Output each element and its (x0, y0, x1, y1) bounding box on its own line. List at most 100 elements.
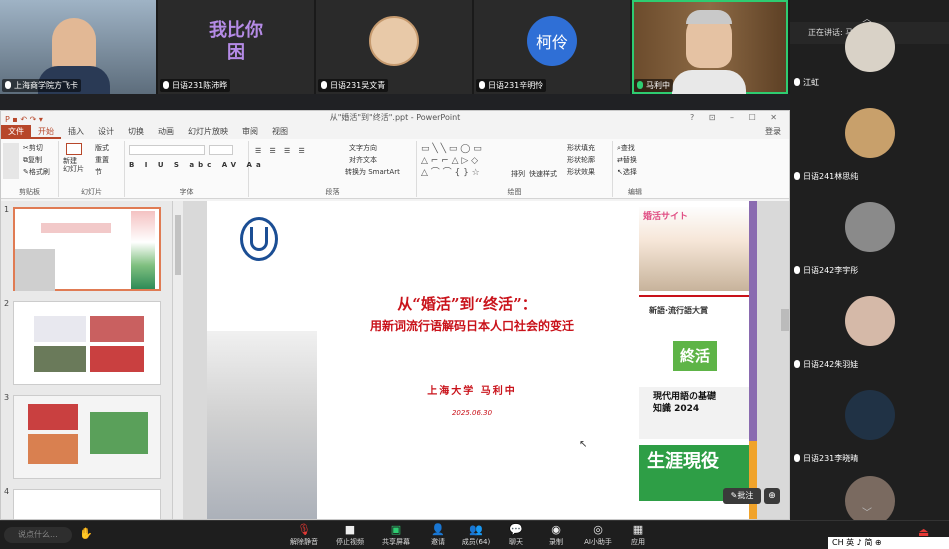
video-tile-4[interactable]: 柯伶 日语231辛明怜 (474, 0, 630, 94)
tab-insert[interactable]: 插入 (61, 125, 91, 139)
chat-button[interactable]: 💬 聊天 (498, 523, 534, 547)
chat-input[interactable]: 说点什么... (4, 527, 72, 543)
quick-styles-button[interactable]: 快速样式 (529, 169, 557, 179)
paragraph-align-icons[interactable]: ☰ ☰ ☰ ☰ (255, 147, 308, 155)
tab-review[interactable]: 审阅 (235, 125, 265, 139)
participant-tile[interactable]: 日语241林思纯 (790, 94, 949, 188)
font-style-buttons[interactable]: B I U S abc AV Aa (129, 161, 265, 169)
current-slide[interactable]: 从“婚活”到“终活”： 用新词流行语解码日本人口社会的变迁 上海大学 马利中 2… (207, 201, 757, 519)
annotate-button[interactable]: ✎批注 (723, 488, 761, 504)
select-button[interactable]: ↖选择 (617, 167, 637, 177)
elderly-photo (207, 331, 317, 519)
section-button[interactable]: 节 (95, 167, 102, 177)
video-strip: 上海商学院方飞卡 我比你困 日语231陈沛晔 日语231吴文青 柯伶 日语231… (0, 0, 790, 94)
university-logo (240, 217, 278, 261)
zoom-in-icon[interactable]: ⊕ (764, 488, 780, 504)
chevron-down-icon[interactable]: ﹀ (858, 504, 876, 519)
thumb-image (15, 249, 55, 291)
scrollbar-thumb[interactable] (175, 215, 181, 275)
group-font: B I U S abc AV Aa 字体 (125, 141, 261, 197)
powerpoint-window: P ▪ ↶ ↷ ▾ 从"婚活"到"终活".ppt - PowerPoint ? … (0, 110, 790, 520)
invite-button[interactable]: 👤 邀请 (420, 523, 456, 547)
slide-thumbnails-panel: 1 2 3 4 (1, 201, 173, 519)
find-button[interactable]: ⌕查找 (617, 143, 635, 153)
slide-thumbnail-2[interactable] (13, 301, 161, 385)
camera-icon: ■ (344, 523, 356, 536)
tab-slideshow[interactable]: 幻灯片放映 (181, 125, 235, 139)
new-slide-icon (66, 143, 82, 155)
window-controls[interactable]: ? ⊡ – ☐ ✕ (690, 111, 783, 125)
login-link[interactable]: 登录 (758, 125, 789, 139)
quick-access-icons[interactable]: P ▪ ↶ ↷ ▾ (5, 113, 43, 127)
raise-hand-button[interactable]: ✋ (76, 527, 96, 541)
ime-status-bar[interactable]: CH 英 ♪ 简 ⊕ (828, 537, 949, 549)
participant-avatar (845, 108, 895, 158)
slide-thumbnail-1[interactable] (13, 207, 161, 291)
thumb-image (90, 346, 144, 372)
shape-effects-button[interactable]: 形状效果 (567, 167, 595, 177)
thumbnails-scrollbar[interactable] (173, 201, 183, 519)
reset-button[interactable]: 重置 (95, 155, 109, 165)
slide-thumbnail-4[interactable] (13, 489, 161, 519)
group-clipboard: ✂剪切 ⧉复制 ✎格式刷 剪贴板 (1, 141, 59, 197)
ai-assistant-button[interactable]: ◎ AI小助手 (580, 523, 616, 547)
participant-avatar (845, 296, 895, 346)
ai-icon: ◎ (593, 523, 603, 536)
text-direction-button[interactable]: 文字方向 (349, 143, 377, 153)
stop-video-button[interactable]: ■ 停止视频 (332, 523, 368, 547)
shukatsu-image: 終活 (639, 335, 749, 379)
replace-button[interactable]: ⇄替换 (617, 155, 637, 165)
share-screen-button[interactable]: ▣ 共享屏幕 (378, 523, 414, 547)
members-icon: 👥 (469, 523, 483, 536)
decorative-bar-purple (749, 201, 757, 441)
shape-outline-button[interactable]: 形状轮廓 (567, 155, 595, 165)
video-tile-5[interactable]: 马利中 (632, 0, 788, 94)
ribbon: ✂剪切 ⧉复制 ✎格式刷 剪贴板 新建 幻灯片 版式 重置 节 幻灯片 B I … (1, 139, 789, 199)
participant-tile[interactable]: 日语242李宇彤 (790, 188, 949, 282)
video-tile-3[interactable]: 日语231吴文青 (316, 0, 472, 94)
buzzword-award-image: 新語·流行語大賞 (639, 295, 749, 329)
participant-avatar (845, 390, 895, 440)
layout-button[interactable]: 版式 (95, 143, 109, 153)
smartart-button[interactable]: 转换为 SmartArt (345, 167, 400, 177)
unmute-button[interactable]: 🎙 解除静音 (286, 523, 322, 547)
mic-icon (163, 81, 169, 89)
font-family-select[interactable] (129, 145, 205, 155)
align-text-button[interactable]: 对齐文本 (349, 155, 377, 165)
tab-transitions[interactable]: 切换 (121, 125, 151, 139)
ribbon-tabs: 文件 开始 插入 设计 切换 动画 幻灯片放映 审阅 视图 登录 (1, 125, 789, 139)
tab-home[interactable]: 开始 (31, 125, 61, 139)
text-avatar: 我比你困 (209, 20, 263, 63)
participant-tile[interactable]: 日语231李晓晴 (790, 376, 949, 470)
font-size-select[interactable] (209, 145, 233, 155)
copy-button[interactable]: ⧉复制 (23, 155, 42, 165)
shape-fill-button[interactable]: 形状填充 (567, 143, 595, 153)
tab-design[interactable]: 设计 (91, 125, 121, 139)
participant-tile[interactable]: 日语242朱羽娃 (790, 282, 949, 376)
video-tile-1[interactable]: 上海商学院方飞卡 (0, 0, 156, 94)
participants-panel: ︿ 正在讲话: 马利中 江虹 日语241林思纯 日语242李宇彤 日语242朱羽… (790, 0, 949, 526)
shapes-gallery[interactable]: ▭ ╲ ╲ ▭ ◯ ▭ △ ⌐ ⌐ △ ▷ ◇ △ ⌒ ⌒ { } ☆ (421, 143, 503, 179)
expand-panel-handle[interactable] (781, 309, 789, 331)
participant-name: 上海商学院方飞卡 (14, 81, 78, 90)
slide-subtitle: 用新词流行语解码日本人口社会的变迁 (369, 319, 574, 333)
paste-button[interactable] (3, 143, 19, 179)
members-button[interactable]: 👥 成员(64) (458, 523, 494, 547)
arrange-button[interactable]: 排列 (511, 169, 525, 179)
new-slide-button[interactable]: 新建 幻灯片 (63, 143, 85, 179)
cut-button[interactable]: ✂剪切 (23, 143, 43, 153)
participant-name: 日语231辛明怜 (488, 81, 544, 90)
format-painter-button[interactable]: ✎格式刷 (23, 167, 50, 177)
group-paragraph: 文字方向 对齐文本 转换为 SmartArt ☰ ☰ ☰ ☰ 段落 (249, 141, 417, 197)
mic-muted-icon: 🎙 (297, 523, 311, 536)
group-slides: 新建 幻灯片 版式 重置 节 幻灯片 (59, 141, 125, 197)
tab-animations[interactable]: 动画 (151, 125, 181, 139)
tab-view[interactable]: 视图 (265, 125, 295, 139)
apps-button[interactable]: ▦ 应用 (620, 523, 656, 547)
participant-tile[interactable]: 江虹 (790, 0, 949, 94)
video-tile-2[interactable]: 我比你困 日语231陈沛晔 (158, 0, 314, 94)
mic-icon (321, 81, 327, 89)
slide-thumbnail-3[interactable] (13, 395, 161, 479)
tab-file[interactable]: 文件 (1, 125, 31, 139)
record-button[interactable]: ◉ 录制 (538, 523, 574, 547)
